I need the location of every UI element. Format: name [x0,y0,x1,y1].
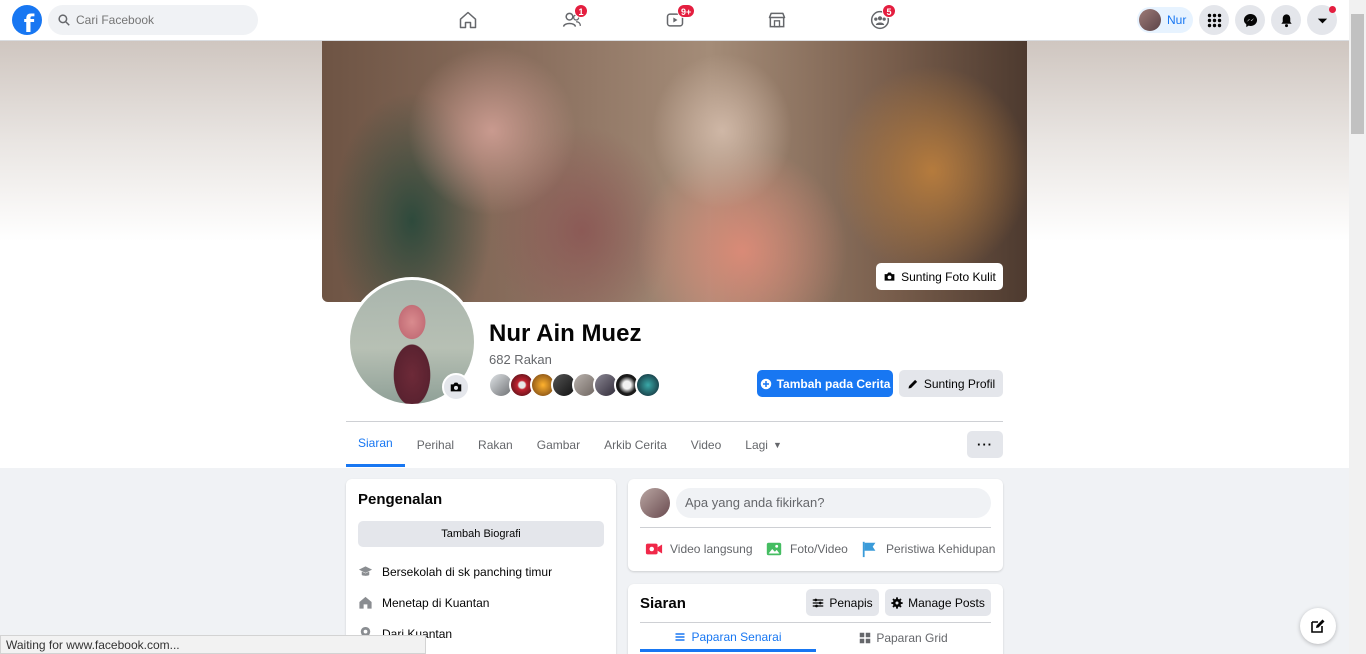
groups-badge: 5 [882,4,896,18]
search-input[interactable] [76,13,246,27]
tab-story-archive[interactable]: Arkib Cerita [592,422,679,467]
intro-item-text: Bersekolah di sk panching timur [382,564,553,579]
watch-badge: 9+ [677,4,696,18]
caret-down-icon: ▼ [772,439,782,450]
nav-marketplace[interactable] [762,5,792,35]
bell-icon [1280,13,1292,27]
messenger-icon [1243,13,1257,27]
search-box[interactable] [48,5,258,35]
grid-view-tab[interactable]: Paparan Grid [816,624,991,652]
facebook-logo[interactable]: f [12,5,42,35]
life-event-button[interactable]: Peristiwa Kehidupan [861,540,995,558]
list-icon [675,632,685,641]
friend-avatars[interactable] [488,372,661,398]
edit-cover-photo-button[interactable]: Sunting Foto Kulit [876,263,1003,290]
profile-tabs: Siaran Perihal Rakan Gambar Arkib Cerita… [346,422,794,468]
home-icon [359,596,372,609]
school-icon [358,566,373,576]
tab-videos[interactable]: Video [679,422,733,467]
update-profile-picture-button[interactable] [442,373,470,401]
notification-dot [1329,6,1336,13]
more-options-button[interactable]: ··· [967,431,1003,458]
add-to-story-button[interactable]: Tambah pada Cerita [757,370,893,397]
gear-icon [891,596,903,609]
tab-about[interactable]: Perihal [405,422,466,467]
nav-watch[interactable]: 9+ [660,4,696,35]
edit-profile-button[interactable]: Sunting Profil [899,370,1003,397]
tab-more[interactable]: Lagi ▼ [733,422,794,467]
list-view-tab[interactable]: Paparan Senarai [640,624,816,652]
tab-photos[interactable]: Gambar [525,422,592,467]
posts-divider [640,622,991,623]
list-view-label: Paparan Senarai [691,629,782,644]
filter-icon [813,598,824,607]
top-navigation-bar: f 1 9+ 5 Nur [0,0,1349,41]
intro-item-lives-in: Menetap di Kuantan [358,595,489,610]
edit-cover-photo-label: Sunting Foto Kulit [901,269,996,284]
camera-icon [884,272,895,281]
photo-video-label: Foto/Video [790,542,848,556]
grid-menu-icon [1207,13,1221,27]
posts-title: Siaran [640,595,686,612]
scrollbar-thumb[interactable] [1351,14,1364,134]
nav-friends[interactable]: 1 [557,4,588,35]
caret-down-icon [1317,18,1327,23]
home-icon [459,11,477,29]
plus-circle-icon [760,378,771,389]
notifications-button[interactable] [1271,5,1301,35]
live-video-button[interactable]: Video langsung [645,540,753,558]
photo-icon [766,542,782,556]
life-event-label: Peristiwa Kehidupan [886,542,996,556]
avatar[interactable] [640,488,670,518]
filter-label: Penapis [829,595,873,610]
profile-shortcut[interactable]: Nur [1137,7,1193,33]
messenger-button[interactable] [1235,5,1265,35]
intro-item-school: Bersekolah di sk panching timur [358,564,552,579]
photo-video-button[interactable]: Foto/Video [765,540,848,558]
tab-posts[interactable]: Siaran [346,422,405,467]
edit-profile-label: Sunting Profil [923,376,996,391]
tab-friends[interactable]: Rakan [466,422,525,467]
menu-button[interactable] [1199,5,1229,35]
avatar [1139,9,1161,31]
nav-home[interactable] [453,5,483,35]
nav-groups[interactable]: 5 [865,4,896,35]
camera-icon [450,382,462,392]
add-bio-button[interactable]: Tambah Biografi [358,521,604,547]
live-video-label: Video langsung [670,542,753,556]
profile-name: Nur Ain Muez [489,320,642,347]
whats-on-your-mind-input[interactable]: Apa yang anda fikirkan? [676,488,991,518]
friends-badge: 1 [574,4,588,18]
friend-avatar[interactable] [635,372,661,398]
profile-shortcut-name: Nur [1167,13,1187,27]
friend-count[interactable]: 682 Rakan [489,352,552,367]
marketplace-icon [768,12,786,28]
search-icon [58,14,70,26]
account-button[interactable] [1307,5,1337,35]
new-message-button[interactable] [1300,608,1336,644]
intro-item-text: Menetap di Kuantan [382,595,490,610]
posts-card: Siaran Penapis Manage Posts Paparan Sena… [628,584,1003,654]
manage-posts-label: Manage Posts [908,595,985,610]
post-composer: Apa yang anda fikirkan? Video langsung F… [628,479,1003,571]
grid-view-label: Paparan Grid [876,631,948,645]
page-scrollbar[interactable] [1349,0,1366,654]
browser-status-bar: Waiting for www.facebook.com... [0,635,426,654]
facebook-logo-letter: f [23,10,35,35]
compose-icon [1311,619,1325,633]
pencil-icon [908,379,917,388]
grid-icon [860,632,871,644]
manage-posts-button[interactable]: Manage Posts [885,589,991,616]
add-to-story-label: Tambah pada Cerita [776,376,891,391]
live-video-icon [645,543,663,555]
composer-divider [640,527,991,528]
tab-more-label: Lagi [745,437,768,452]
intro-title: Pengenalan [358,491,443,508]
flag-icon [862,541,876,558]
filter-button[interactable]: Penapis [806,589,879,616]
intro-card: Pengenalan Tambah Biografi Bersekolah di… [346,479,616,654]
